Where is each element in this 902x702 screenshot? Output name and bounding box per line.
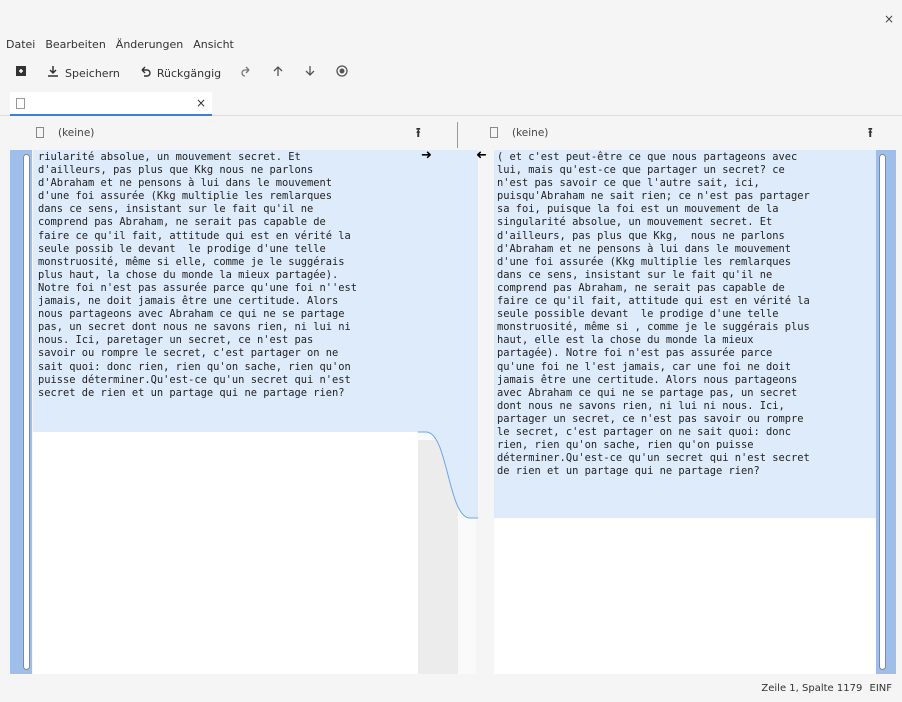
new-file-icon xyxy=(14,65,28,81)
right-text-line[interactable]: haut, elle est la chose du monde la mieu… xyxy=(497,334,810,347)
left-text-line[interactable]: sait quoi: donc rien, rien qu'on sache, … xyxy=(38,361,357,374)
right-text-line[interactable]: puisqu'Abraham ne sait rien; ce n'est pa… xyxy=(497,190,810,203)
right-text-line[interactable]: d'Abraham et ne pensons à lui dans le mo… xyxy=(497,243,810,256)
left-text-line[interactable]: puisse déterminer.Qu'est-ce qu'un secret… xyxy=(38,374,357,387)
right-text-line[interactable]: partager un secret, ce n'est pas savoir … xyxy=(497,413,810,426)
download-icon xyxy=(46,65,60,81)
toolbar: Speichern Rückgängig xyxy=(0,60,902,86)
right-text-line[interactable]: lui, mais qu'est-ce que partager un secr… xyxy=(497,164,810,177)
left-text-line[interactable]: monstruosité, même si elle, comme je le … xyxy=(38,256,357,269)
left-text[interactable]: riularité absolue, un mouvement secret. … xyxy=(38,151,357,400)
left-text-line[interactable]: seule possib le devant le prodige d'une … xyxy=(38,243,357,256)
previous-change-button[interactable] xyxy=(265,63,291,83)
left-text-line[interactable]: comprend pas Abraham, ne serait pas capa… xyxy=(38,216,357,229)
right-text-line[interactable]: d'ailleurs, pas plus que Kkg, nous ne pa… xyxy=(497,230,810,243)
left-file-label[interactable]: (keine) xyxy=(58,127,94,139)
save-button[interactable]: Speichern xyxy=(40,63,126,83)
right-text-line[interactable]: jamais être une certitude. Alors nous pa… xyxy=(497,374,810,387)
right-scrollbar[interactable] xyxy=(876,150,896,674)
right-text-line[interactable]: de rien et un partage qui ne partage rie… xyxy=(497,465,810,478)
cursor-position: Zeile 1, Spalte 1179 xyxy=(761,683,863,694)
left-text-line[interactable]: jamais, ne doit jamais être une certitud… xyxy=(38,295,357,308)
left-text-line[interactable]: d'ailleurs, pas plus que Kkg nous ne par… xyxy=(38,164,357,177)
copy-right-icon[interactable]: ➜ xyxy=(421,148,432,163)
save-label: Speichern xyxy=(65,66,120,80)
tab-close-icon[interactable]: × xyxy=(196,96,206,110)
arrow-down-icon xyxy=(303,65,317,81)
document-tab[interactable]: × xyxy=(10,92,212,116)
left-text-line[interactable]: faire ce qu'il fait, attitude qui est en… xyxy=(38,230,357,243)
left-text-line[interactable]: secret de rien et un partage qui ne part… xyxy=(38,387,357,400)
left-text-line[interactable]: nous partageons avec Abraham ce qui ne s… xyxy=(38,308,357,321)
upload-icon[interactable]: ⭱ xyxy=(416,124,421,146)
redo-button[interactable] xyxy=(233,63,259,83)
left-text-line[interactable]: d'une foi assurée (Kkg multiplie les rem… xyxy=(38,190,357,203)
undo-label: Rückgängig xyxy=(156,66,222,80)
insert-mode[interactable]: EINF xyxy=(870,683,893,694)
status-bar: Zeile 1, Spalte 1179 EINF xyxy=(761,683,892,694)
right-text-line[interactable]: déterminer.Qu'est-ce qu'un secret qui n'… xyxy=(497,452,810,465)
left-text-line[interactable]: d'Abraham et ne pensons à lui dans le mo… xyxy=(38,177,357,190)
copy-left-icon[interactable]: ➜ xyxy=(476,148,487,163)
menu-aenderungen[interactable]: Änderungen xyxy=(116,38,183,51)
right-file-bar: (keine) xyxy=(488,120,548,146)
right-text-line[interactable]: dont nous ne savons rien, ni lui ni nous… xyxy=(497,400,810,413)
left-file-bar: (keine) xyxy=(34,120,94,146)
right-text-line[interactable]: faire ce qu'il fait, attitude qui est en… xyxy=(497,295,810,308)
menu-bar: Datei Bearbeiten Änderungen Ansicht xyxy=(0,34,902,54)
left-text-line[interactable]: riularité absolue, un mouvement secret. … xyxy=(38,151,357,164)
next-change-button[interactable] xyxy=(297,63,323,83)
left-text-line[interactable]: pas, un secret dont nous ne savons rien,… xyxy=(38,321,357,334)
left-editor[interactable]: riularité absolue, un mouvement secret. … xyxy=(33,150,418,674)
upload-icon[interactable]: ⭱ xyxy=(868,124,873,146)
right-text-line[interactable]: singularité absolue, un mouvement secret… xyxy=(497,216,810,229)
document-icon xyxy=(16,98,25,109)
right-text-line[interactable]: ( et c'est peut-être ce que nous partage… xyxy=(497,151,810,164)
new-file-button[interactable] xyxy=(8,63,34,83)
right-text-line[interactable]: partagée). Notre foi n'est pas assurée p… xyxy=(497,347,810,360)
left-text-line[interactable]: Notre foi n'est pas assurée parce qu'une… xyxy=(38,282,357,295)
right-text-line[interactable]: n'est pas savoir ce que l'autre sait, ic… xyxy=(497,177,810,190)
right-text-line[interactable]: sa foi, puisque la foi est un mouvement … xyxy=(497,203,810,216)
right-editor[interactable]: ( et c'est peut-être ce que nous partage… xyxy=(494,150,876,674)
right-text[interactable]: ( et c'est peut-être ce que nous partage… xyxy=(497,151,810,478)
right-text-line[interactable]: comprend pas Abraham, ne serait pas capa… xyxy=(497,282,810,295)
right-scroll-thumb[interactable] xyxy=(879,154,886,670)
window-close-icon[interactable]: × xyxy=(884,12,894,26)
right-file-label[interactable]: (keine) xyxy=(512,127,548,139)
menu-ansicht[interactable]: Ansicht xyxy=(193,38,234,51)
right-text-line[interactable]: rien, rien qu'on sache, rien qu'on puiss… xyxy=(497,439,810,452)
record-button[interactable] xyxy=(329,63,355,83)
tab-bar: × xyxy=(0,90,902,116)
file-icon xyxy=(488,126,502,140)
record-icon xyxy=(335,65,349,81)
pane-divider[interactable] xyxy=(457,122,458,148)
left-text-line[interactable]: plus haut, la chose du monde la mieux pa… xyxy=(38,269,357,282)
right-text-line[interactable]: qu'une foi ne l'est jamais, car une foi … xyxy=(497,361,810,374)
undo-button[interactable]: Rückgängig xyxy=(132,63,227,83)
left-scroll-thumb[interactable] xyxy=(23,154,30,670)
undo-icon xyxy=(138,65,152,81)
left-text-line[interactable]: savoir ou rompre le secret, c'est partag… xyxy=(38,347,357,360)
arrow-up-icon xyxy=(271,65,285,81)
left-scrollbar[interactable] xyxy=(10,150,32,674)
right-text-line[interactable]: monstruosité, même si , comme je le sugg… xyxy=(497,321,810,334)
right-text-line[interactable]: le secret, c'est partager on ne sait quo… xyxy=(497,426,810,439)
left-text-line[interactable]: dans ce sens, insistant sur le fait qu'i… xyxy=(38,203,357,216)
menu-datei[interactable]: Datei xyxy=(6,38,35,51)
redo-icon xyxy=(239,65,253,81)
right-text-line[interactable]: avec Abraham ce qui ne se partage pas, u… xyxy=(497,387,810,400)
left-text-line[interactable]: nous. Ici, paretager un secret, ce n'est… xyxy=(38,334,357,347)
right-text-line[interactable]: dans ce sens, insistant sur le fait qu'i… xyxy=(497,269,810,282)
right-text-line[interactable]: seule possible devant le prodige d'une t… xyxy=(497,308,810,321)
file-icon xyxy=(34,126,48,140)
right-text-line[interactable]: d'une foi assurée (Kkg multiplie les rem… xyxy=(497,256,810,269)
menu-bearbeiten[interactable]: Bearbeiten xyxy=(45,38,105,51)
diff-connector xyxy=(418,150,478,519)
